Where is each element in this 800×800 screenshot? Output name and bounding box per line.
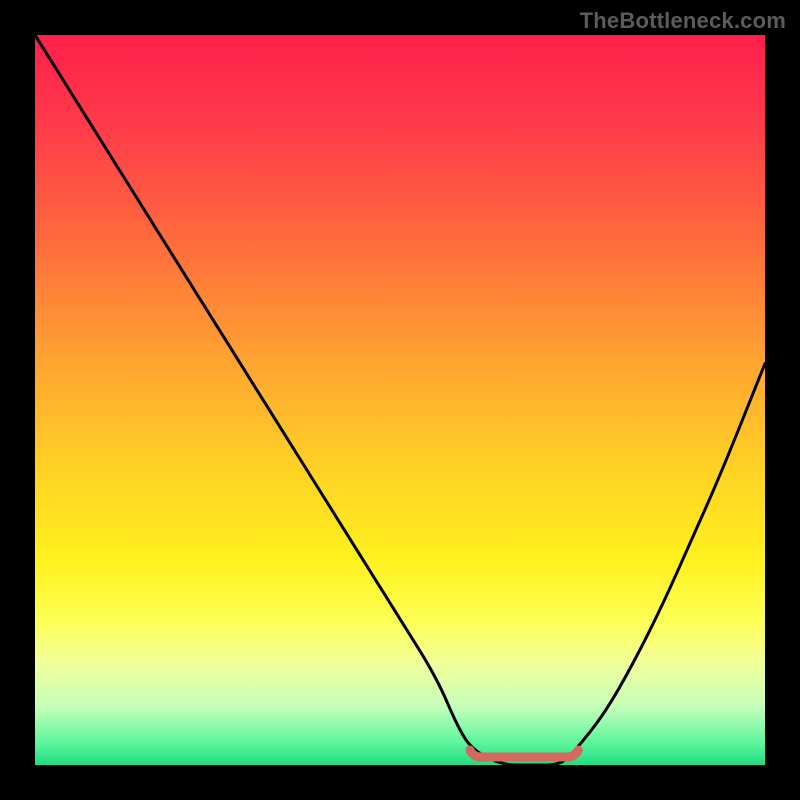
- gradient-background: [35, 35, 765, 765]
- watermark-text: TheBottleneck.com: [580, 8, 786, 34]
- chart-frame: TheBottleneck.com: [0, 0, 800, 800]
- plot-area: [35, 35, 765, 765]
- bottleneck-chart: [35, 35, 765, 765]
